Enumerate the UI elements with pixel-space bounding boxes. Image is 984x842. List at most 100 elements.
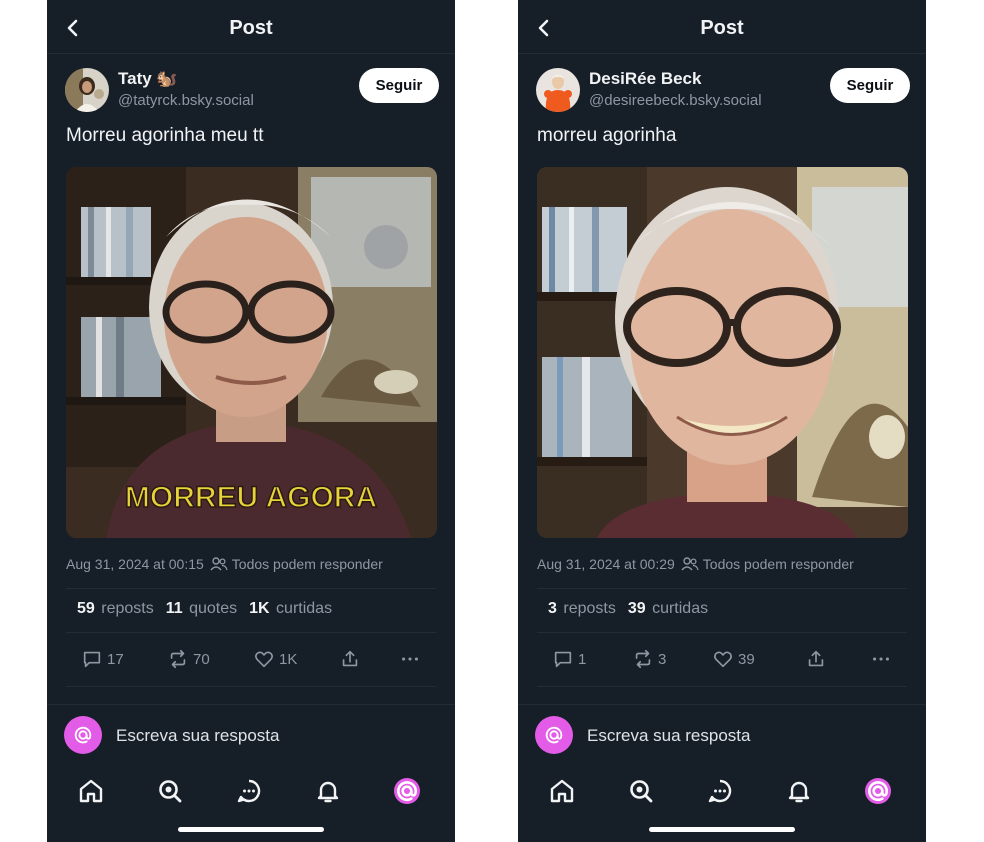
- tab-search[interactable]: [155, 776, 185, 806]
- at-sign-icon: [545, 726, 563, 744]
- repost-icon: [170, 649, 186, 669]
- reply-button[interactable]: 17: [81, 646, 124, 672]
- home-icon: [79, 779, 103, 803]
- reply-button[interactable]: 1: [552, 646, 586, 672]
- chat-icon: [237, 779, 261, 803]
- timestamp: Aug 31, 2024 at 00:15: [66, 556, 204, 572]
- share-button[interactable]: [805, 646, 827, 672]
- video-frame-illustration: [537, 167, 908, 538]
- post-meta: Aug 31, 2024 at 00:29 Todos podem respon…: [537, 556, 854, 572]
- post-screen-left: Post Taty 🐿️ @tatyrck.bsky.social Seguir…: [47, 0, 455, 842]
- avatar: [535, 716, 573, 754]
- home-indicator: [649, 827, 795, 832]
- author-name[interactable]: DesiRée Beck: [589, 69, 701, 89]
- page-title: Post: [700, 17, 744, 39]
- bell-icon: [788, 781, 810, 803]
- reply-permission[interactable]: Todos podem responder: [232, 556, 383, 572]
- post-video[interactable]: MORREU AGORA: [66, 167, 437, 538]
- more-options-button[interactable]: [870, 646, 892, 672]
- quotes-stat[interactable]: 11 quotes: [166, 600, 237, 618]
- people-icon: [210, 557, 228, 571]
- repost-count: 3: [658, 650, 667, 668]
- search-icon: [159, 780, 182, 803]
- reposts-stat[interactable]: 59 reposts: [77, 600, 154, 618]
- post-text: Morreu agorinha meu tt: [66, 125, 264, 146]
- home-icon: [550, 779, 574, 803]
- tab-chat[interactable]: [705, 776, 735, 806]
- video-caption: MORREU AGORA: [125, 481, 377, 514]
- post-stats: 3 reposts 39 curtidas: [548, 600, 708, 618]
- home-indicator: [178, 827, 324, 832]
- top-bar: Post: [47, 0, 455, 54]
- people-icon: [681, 557, 699, 571]
- avatar: [64, 716, 102, 754]
- search-icon: [630, 780, 653, 803]
- like-count: 39: [738, 650, 755, 668]
- comment-icon: [83, 651, 101, 668]
- reply-permission[interactable]: Todos podem responder: [703, 556, 854, 572]
- avatar[interactable]: [65, 68, 109, 112]
- video-frame-illustration: MORREU AGORA: [66, 167, 437, 538]
- bottom-tab-bar: [518, 766, 926, 842]
- page-title: Post: [229, 17, 273, 39]
- bell-icon: [317, 781, 339, 803]
- tab-home[interactable]: [547, 776, 577, 806]
- reply-input[interactable]: Escreva sua resposta: [587, 726, 750, 746]
- bottom-tab-bar: [47, 766, 455, 842]
- follow-button[interactable]: Seguir: [359, 68, 439, 103]
- at-sign-icon: [74, 726, 92, 744]
- post-actions: 1 3 39: [518, 646, 926, 674]
- tab-profile[interactable]: [863, 776, 893, 806]
- divider: [66, 632, 436, 633]
- post-stats: 59 reposts 11 quotes 1K curtidas: [77, 600, 332, 618]
- likes-stat[interactable]: 39 curtidas: [628, 600, 708, 618]
- divider: [66, 686, 436, 687]
- repost-count: 70: [193, 650, 210, 668]
- post-actions: 17 70 1K: [47, 646, 455, 674]
- divider: [537, 632, 907, 633]
- repost-icon: [635, 649, 651, 669]
- like-button[interactable]: 39: [712, 646, 755, 672]
- post-meta: Aug 31, 2024 at 00:15 Todos podem respon…: [66, 556, 383, 572]
- tab-home[interactable]: [76, 776, 106, 806]
- chat-icon: [708, 779, 732, 803]
- follow-button[interactable]: Seguir: [830, 68, 910, 103]
- at-sign-icon: [868, 781, 888, 802]
- reposts-stat[interactable]: 3 reposts: [548, 600, 616, 618]
- repost-button[interactable]: 70: [167, 646, 210, 672]
- reply-count: 17: [107, 650, 124, 668]
- comment-icon: [554, 651, 572, 668]
- tab-search[interactable]: [626, 776, 656, 806]
- share-icon: [808, 650, 824, 667]
- reply-composer[interactable]: Escreva sua resposta: [518, 704, 926, 766]
- ellipsis-icon: [402, 657, 418, 661]
- author-handle[interactable]: @tatyrck.bsky.social: [118, 92, 254, 109]
- post-video[interactable]: [537, 167, 908, 538]
- divider: [537, 588, 907, 589]
- reply-composer[interactable]: Escreva sua resposta: [47, 704, 455, 766]
- likes-stat[interactable]: 1K curtidas: [249, 600, 332, 618]
- divider: [537, 686, 907, 687]
- at-sign-icon: [397, 781, 417, 802]
- ellipsis-icon: [873, 657, 889, 661]
- reply-input[interactable]: Escreva sua resposta: [116, 726, 279, 746]
- heart-icon: [255, 651, 273, 668]
- author-name[interactable]: Taty 🐿️: [118, 69, 178, 89]
- author-handle[interactable]: @desireebeck.bsky.social: [589, 92, 762, 109]
- avatar: [394, 778, 420, 804]
- tab-chat[interactable]: [234, 776, 264, 806]
- like-button[interactable]: 1K: [253, 646, 297, 672]
- repost-button[interactable]: 3: [632, 646, 666, 672]
- tab-notifications[interactable]: [313, 776, 343, 806]
- avatar[interactable]: [536, 68, 580, 112]
- more-options-button[interactable]: [399, 646, 421, 672]
- tab-notifications[interactable]: [784, 776, 814, 806]
- divider: [66, 588, 436, 589]
- post-text: morreu agorinha: [537, 125, 677, 146]
- share-button[interactable]: [339, 646, 361, 672]
- timestamp: Aug 31, 2024 at 00:29: [537, 556, 675, 572]
- tab-profile[interactable]: [392, 776, 422, 806]
- avatar: [865, 778, 891, 804]
- post-screen-right: Post DesiRée Beck @desireebeck.bsky.soci…: [518, 0, 926, 842]
- heart-icon: [714, 651, 732, 668]
